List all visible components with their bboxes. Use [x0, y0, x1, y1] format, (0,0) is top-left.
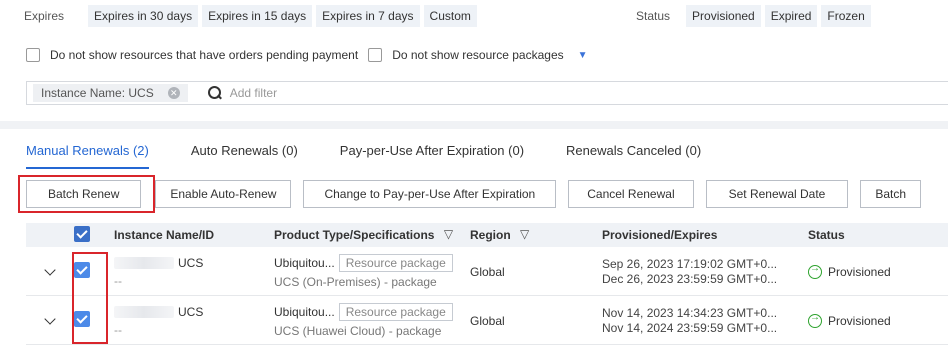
resource-package-badge: Resource package [338, 254, 453, 272]
search-icon [207, 86, 222, 100]
set-renewal-date-button[interactable]: Set Renewal Date [705, 180, 849, 208]
tab-pay-per-use[interactable]: Pay-per-Use After Expiration (0) [340, 143, 524, 169]
change-to-pay-per-use-button[interactable]: Change to Pay-per-Use After Expiration [303, 180, 557, 208]
status-provisioned-chip[interactable]: Provisioned [686, 5, 761, 27]
search-input[interactable]: Add filter [230, 86, 277, 100]
header-region-label: Region [470, 228, 511, 242]
table-row: UCS -- Ubiquitou... Resource package UCS… [26, 248, 948, 296]
product-spec: UCS (On-Premises) - package [274, 275, 437, 289]
resource-packages-label: Do not show resource packages [392, 48, 564, 62]
expires-label: Expires [24, 9, 65, 23]
instance-name[interactable]: UCS [178, 256, 203, 270]
header-region: Region [470, 227, 602, 242]
expand-chevron-icon[interactable] [44, 312, 56, 325]
expand-chevron-icon[interactable] [44, 263, 56, 276]
select-all-checkbox[interactable] [74, 225, 90, 242]
filter-tag-label: Instance Name: UCS [41, 86, 154, 100]
filter-icon[interactable] [444, 227, 456, 241]
instance-name[interactable]: UCS [178, 305, 203, 319]
close-icon[interactable]: ✕ [167, 87, 180, 99]
batch-renew-highlight [18, 175, 155, 213]
batch-more-button[interactable]: Batch [860, 180, 922, 208]
expires-date: Nov 14, 2024 23:59:59 GMT+0... [602, 320, 778, 335]
pending-payment-label: Do not show resources that have orders p… [50, 48, 359, 62]
provisioned-status-icon [808, 312, 822, 328]
header-provisioned: Provisioned/Expires [602, 228, 718, 242]
provisioned-date: Nov 14, 2023 14:34:23 GMT+0... [602, 305, 778, 320]
resource-package-badge: Resource package [338, 303, 453, 321]
status-label: Status [636, 9, 671, 23]
row-checkbox-highlight [72, 252, 108, 344]
enable-auto-renew-button[interactable]: Enable Auto-Renew [155, 180, 292, 208]
provisioned-date: Sep 26, 2023 17:19:02 GMT+0... [602, 256, 778, 271]
product-type: Ubiquitou... [274, 305, 335, 319]
expires-custom-chip[interactable]: Custom [423, 5, 477, 27]
options-row: Do not show resources that have orders p… [26, 46, 588, 64]
tab-auto-renewals[interactable]: Auto Renewals (0) [191, 143, 298, 169]
redacted-name [114, 305, 174, 318]
header-product: Product Type/Specifications [274, 227, 488, 242]
expires-30-days-chip[interactable]: Expires in 30 days [88, 5, 199, 27]
section-divider [0, 121, 948, 129]
provisioned-status-icon [808, 263, 822, 279]
product-type: Ubiquitou... [274, 256, 335, 270]
instance-id: -- [114, 322, 122, 337]
tab-manual-renewals[interactable]: Manual Renewals (2) [26, 143, 149, 169]
region-cell: Global [470, 264, 505, 279]
filter-icon[interactable] [520, 227, 532, 241]
redacted-name [114, 256, 174, 269]
pending-payment-checkbox[interactable] [26, 48, 40, 62]
resource-packages-checkbox[interactable] [368, 48, 383, 62]
expires-15-days-chip[interactable]: Expires in 15 days [202, 5, 313, 27]
renewal-tabs: Manual Renewals (2) Auto Renewals (0) Pa… [26, 143, 743, 169]
table-row: UCS -- Ubiquitou... Resource package UCS… [26, 297, 948, 345]
expires-date: Dec 26, 2023 23:59:59 GMT+0... [602, 271, 778, 286]
header-instance-name: Instance Name/ID [114, 228, 215, 242]
instance-id: -- [114, 273, 122, 288]
table-header: Instance Name/ID Product Type/Specificat… [26, 223, 948, 247]
status-text: Provisioned [828, 313, 891, 328]
status-expired-chip[interactable]: Expired [764, 5, 818, 27]
search-bar[interactable]: Instance Name: UCS ✕ Add filter [26, 81, 948, 105]
caret-down-icon[interactable]: ▼ [578, 50, 588, 61]
header-product-label: Product Type/Specifications [274, 228, 435, 242]
action-toolbar: Batch Renew Enable Auto-Renew Change to … [26, 180, 933, 208]
status-frozen-chip[interactable]: Frozen [821, 5, 871, 27]
tab-renewals-canceled[interactable]: Renewals Canceled (0) [566, 143, 701, 169]
status-text: Provisioned [828, 264, 891, 279]
status-filter-group: Status Provisioned Expired Frozen [630, 5, 875, 27]
filter-tag: Instance Name: UCS ✕ [33, 84, 188, 102]
expires-filter-row: Expires Expires in 30 days Expires in 15… [18, 5, 481, 27]
product-spec: UCS (Huawei Cloud) - package [274, 324, 442, 338]
header-status: Status [808, 228, 845, 242]
cancel-renewal-button[interactable]: Cancel Renewal [568, 180, 694, 208]
expires-7-days-chip[interactable]: Expires in 7 days [316, 5, 420, 27]
region-cell: Global [470, 313, 505, 328]
